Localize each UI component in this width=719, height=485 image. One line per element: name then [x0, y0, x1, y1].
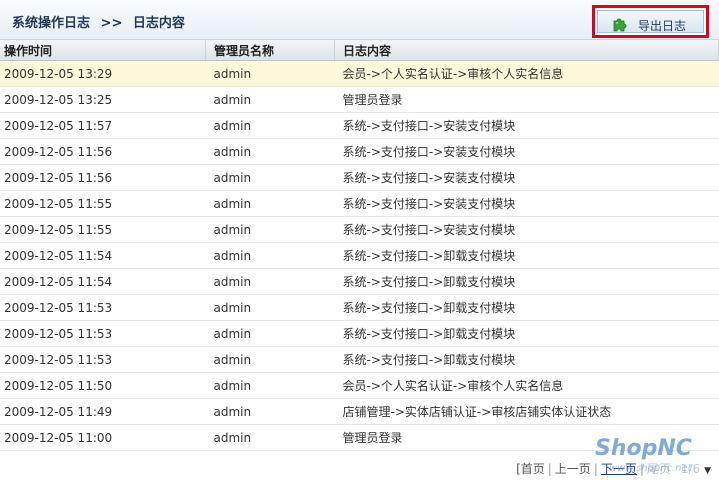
cell-time: 2009-12-05 11:00 — [0, 424, 206, 451]
cell-admin: admin — [205, 164, 335, 191]
cell-content: 店铺管理->实体店铺认证->审核店铺实体认证状态 — [334, 398, 719, 425]
cell-content: 系统->支付接口->安装支付模块 — [334, 138, 719, 165]
column-header-admin: 管理员名称 — [205, 40, 335, 61]
cell-content: 系统->支付接口->卸载支付模块 — [334, 268, 719, 295]
page-status: 1/6 — [680, 462, 701, 476]
export-log-label: 导出日志 — [638, 19, 687, 33]
cell-time: 2009-12-05 11:54 — [0, 268, 206, 295]
cell-content: 管理员登录 — [334, 86, 719, 113]
table-row[interactable]: 2009-12-05 13:29 admin 会员->个人实名认证->审核个人实名信… — [0, 60, 719, 87]
cell-admin: admin — [205, 60, 335, 87]
cell-admin: admin — [205, 190, 335, 217]
cell-time: 2009-12-05 11:53 — [0, 294, 206, 321]
cell-admin: admin — [205, 424, 335, 451]
cell-content: 系统->支付接口->安装支付模块 — [334, 190, 719, 217]
cell-content: 系统->支付接口->卸载支付模块 — [334, 294, 719, 321]
cell-content: 系统->支付接口->卸载支付模块 — [334, 346, 719, 373]
table-row[interactable]: 2009-12-05 11:54 admin 系统->支付接口->卸载支付模块 — [0, 268, 719, 295]
cell-admin: admin — [205, 112, 335, 139]
table-row[interactable]: 2009-12-05 11:56 admin 系统->支付接口->安装支付模块 — [0, 164, 719, 191]
pager-last[interactable]: 尾页 — [647, 462, 671, 476]
breadcrumb-parent[interactable]: 系统操作日志 — [12, 16, 90, 31]
table-row[interactable]: 2009-12-05 11:50 admin 会员->个人实名认证->审核个人实名信… — [0, 372, 719, 399]
table-row[interactable]: 2009-12-05 11:55 admin 系统->支付接口->安装支付模块 — [0, 190, 719, 217]
log-table: 操作时间 管理员名称 日志内容 2009-12-05 13:29 admin 会员-… — [0, 40, 719, 451]
cell-time: 2009-12-05 11:55 — [0, 216, 206, 243]
page-dropdown-arrow-icon[interactable]: ▼ — [704, 466, 711, 476]
export-log-button[interactable]: 导出日志 — [592, 5, 709, 38]
cell-time: 2009-12-05 11:49 — [0, 398, 206, 425]
cell-admin: admin — [205, 398, 335, 425]
cell-admin: admin — [205, 372, 335, 399]
cell-admin: admin — [205, 268, 335, 295]
pager-separator: | — [593, 462, 598, 476]
table-row[interactable]: 2009-12-05 11:53 admin 系统->支付接口->卸载支付模块 — [0, 346, 719, 373]
table-row[interactable]: 2009-12-05 11:53 admin 系统->支付接口->卸载支付模块 — [0, 320, 719, 347]
cell-content: 系统->支付接口->安装支付模块 — [334, 164, 719, 191]
cell-admin: admin — [205, 320, 335, 347]
cell-content: 管理员登录 — [334, 424, 719, 451]
cell-time: 2009-12-05 11:55 — [0, 190, 206, 217]
pager-separator: | — [547, 462, 552, 476]
cell-content: 会员->个人实名认证->审核个人实名信息 — [334, 372, 719, 399]
cell-admin: admin — [205, 242, 335, 269]
cell-content: 系统->支付接口->安装支付模块 — [334, 112, 719, 139]
pager-next[interactable]: 下一页 — [601, 462, 637, 476]
cell-time: 2009-12-05 11:50 — [0, 372, 206, 399]
breadcrumb-separator: >> — [100, 16, 123, 31]
cell-content: 系统->支付接口->卸载支付模块 — [334, 242, 719, 269]
table-row[interactable]: 2009-12-05 11:54 admin 系统->支付接口->卸载支付模块 — [0, 242, 719, 269]
table-row[interactable]: 2009-12-05 11:49 admin 店铺管理->实体店铺认证->审核店铺实… — [0, 398, 719, 425]
cell-content: 系统->支付接口->卸载支付模块 — [334, 320, 719, 347]
pager-separator: | — [639, 462, 644, 476]
column-header-time: 操作时间 — [0, 40, 206, 61]
cell-admin: admin — [205, 138, 335, 165]
table-header-row: 操作时间 管理员名称 日志内容 — [0, 40, 719, 61]
cell-content: 系统->支付接口->安装支付模块 — [334, 216, 719, 243]
table-row[interactable]: 2009-12-05 11:57 admin 系统->支付接口->安装支付模块 — [0, 112, 719, 139]
cell-time: 2009-12-05 11:53 — [0, 346, 206, 373]
cell-admin: admin — [205, 294, 335, 321]
cell-time: 2009-12-05 11:56 — [0, 164, 206, 191]
puzzle-icon — [613, 18, 627, 32]
cell-admin: admin — [205, 346, 335, 373]
pager-first[interactable]: [首页 — [516, 462, 545, 476]
table-row[interactable]: 2009-12-05 11:53 admin 系统->支付接口->卸载支付模块 — [0, 294, 719, 321]
cell-admin: admin — [205, 86, 335, 113]
log-table-body: 2009-12-05 13:29 admin 会员->个人实名认证->审核个人实名信… — [0, 60, 719, 451]
pager-separator — [674, 462, 678, 476]
column-header-content: 日志内容 — [334, 40, 719, 61]
cell-time: 2009-12-05 11:53 — [0, 320, 206, 347]
table-row[interactable]: 2009-12-05 11:55 admin 系统->支付接口->安装支付模块 — [0, 216, 719, 243]
cell-time: 2009-12-05 13:29 — [0, 60, 206, 87]
cell-time: 2009-12-05 11:54 — [0, 242, 206, 269]
cell-content: 会员->个人实名认证->审核个人实名信息 — [334, 60, 719, 87]
breadcrumb-current: 日志内容 — [132, 16, 185, 31]
table-row[interactable]: 2009-12-05 13:25 admin 管理员登录 — [0, 86, 719, 113]
cell-time: 2009-12-05 13:25 — [0, 86, 206, 113]
cell-time: 2009-12-05 11:57 — [0, 112, 206, 139]
export-log-button-face[interactable]: 导出日志 — [597, 10, 704, 33]
cell-time: 2009-12-05 11:56 — [0, 138, 206, 165]
title-bar: 系统操作日志 >> 日志内容 导出日志 — [0, 0, 719, 40]
cell-admin: admin — [205, 216, 335, 243]
breadcrumb: 系统操作日志 >> 日志内容 — [12, 12, 185, 31]
table-row[interactable]: 2009-12-05 11:56 admin 系统->支付接口->安装支付模块 — [0, 138, 719, 165]
pager-prev[interactable]: 上一页 — [555, 462, 591, 476]
pagination: [首页 | 上一页 | 下一页 | 尾页 1/6 ▼ — [516, 460, 711, 477]
table-row[interactable]: 2009-12-05 11:00 admin 管理员登录 — [0, 424, 719, 451]
